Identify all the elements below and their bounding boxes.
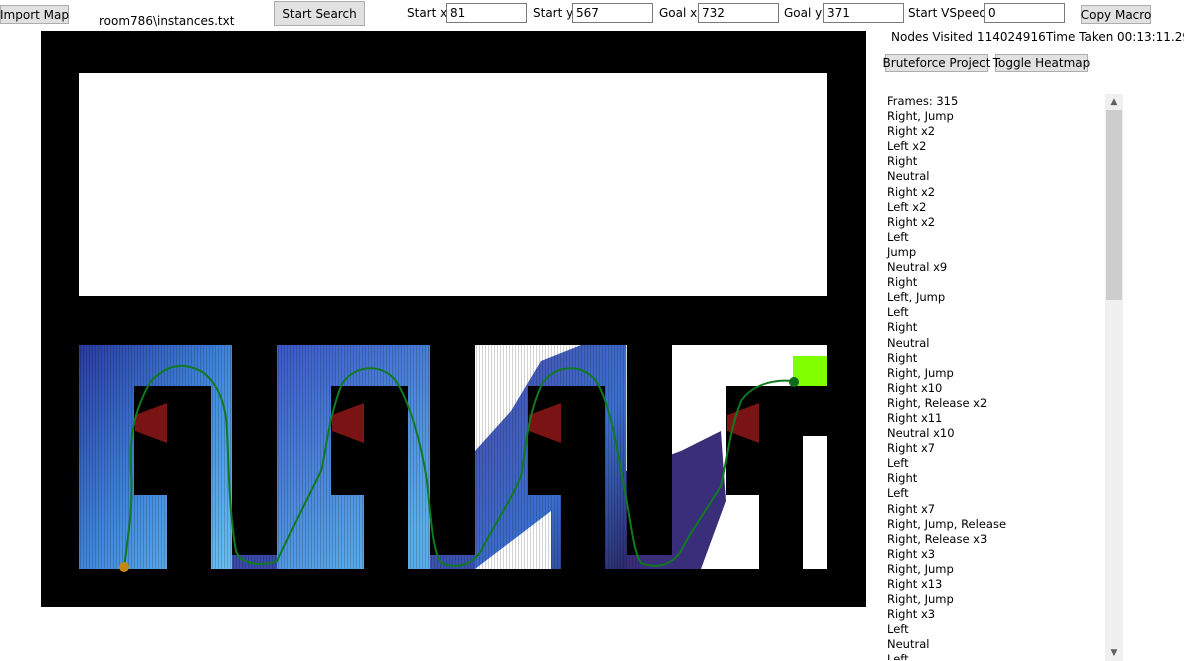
macro-line: Right — [887, 471, 918, 486]
macro-output-list[interactable]: Frames: 315 Right, Jump Right x2 Left x2 Rig… — [884, 94, 1106, 660]
macro-line: Right, Jump — [887, 592, 954, 607]
start-y-label: Start y — [533, 6, 574, 20]
macro-lines: Frames: 315 Right, Jump Right x2 Left x2 Rig… — [884, 94, 1106, 660]
macro-line: Right — [887, 275, 918, 290]
macro-line: Right x3 — [887, 546, 936, 561]
macro-line: Neutral — [887, 335, 930, 350]
macro-line: Right x13 — [887, 577, 943, 591]
macro-line: Left — [887, 486, 909, 501]
macro-line: Neutral x9 — [887, 260, 948, 275]
macro-line: Right x7 — [887, 441, 936, 456]
time-taken-label: Time Taken — [1046, 30, 1114, 44]
wall-block — [759, 386, 827, 436]
wall-pillar — [167, 386, 211, 569]
macro-line: Right — [887, 350, 918, 365]
macro-line: Right, Jump, Release — [887, 516, 1007, 531]
macro-line: Right x11 — [887, 410, 943, 425]
macro-line: Right, Release x3 — [887, 531, 988, 546]
macro-scrollbar[interactable]: ▲ ▼ — [1105, 94, 1123, 661]
upper-room — [79, 73, 827, 296]
macro-line: Right x2 — [887, 124, 936, 139]
wall-pillar — [364, 386, 408, 569]
wall-pillar — [561, 386, 605, 569]
goal-y-label: Goal y — [784, 6, 823, 20]
macro-line: Right x7 — [887, 501, 936, 516]
macro-line: Right, Jump — [887, 109, 954, 124]
macro-line: Frames: 315 — [887, 94, 959, 108]
map-canvas[interactable] — [41, 31, 866, 607]
macro-line: Left — [887, 229, 909, 244]
start-y-field[interactable] — [572, 3, 653, 23]
macro-line: Neutral x10 — [887, 426, 955, 441]
wall-pillar — [232, 345, 277, 555]
scroll-thumb[interactable] — [1106, 110, 1122, 300]
macro-line: Left — [887, 305, 909, 320]
macro-line: Right, Release x2 — [887, 395, 988, 410]
goal-y-field[interactable] — [823, 3, 904, 23]
macro-line: Left — [887, 622, 909, 637]
import-map-button[interactable]: Import Map — [0, 5, 69, 24]
time-taken-value: 00:13:11.29 — [1117, 30, 1184, 44]
map-view — [79, 73, 827, 572]
chevron-up-icon[interactable]: ▲ — [1105, 94, 1123, 110]
end-marker — [789, 377, 799, 387]
macro-line: Left x2 — [887, 199, 927, 214]
open-area — [803, 436, 827, 569]
macro-line: Right x2 — [887, 184, 936, 199]
goal-x-field[interactable] — [698, 3, 779, 23]
start-search-button[interactable]: Start Search — [274, 1, 365, 26]
macro-line: Right x10 — [887, 380, 943, 395]
macro-line: Right x2 — [887, 214, 936, 229]
file-name-label: room786\instances.txt — [99, 14, 235, 28]
macro-line: Right — [887, 320, 918, 335]
wall-pillar — [430, 345, 475, 555]
macro-line: Right — [887, 154, 918, 169]
start-vspeed-label: Start VSpeed — [908, 6, 987, 20]
goal-x-label: Goal x — [659, 6, 698, 20]
macro-line: Right, Jump — [887, 365, 954, 380]
nodes-visited-label: Nodes Visited — [891, 30, 973, 44]
chevron-down-icon[interactable]: ▼ — [1105, 645, 1123, 661]
macro-line: Neutral — [887, 637, 930, 652]
macro-line: Left, Jump — [887, 290, 946, 305]
start-x-label: Start x — [407, 6, 448, 20]
bruteforce-project-button[interactable]: Bruteforce Project — [883, 54, 990, 72]
wall-pillar — [627, 345, 672, 555]
macro-line: Left x2 — [887, 139, 927, 154]
macro-line: Right, Jump — [887, 561, 954, 576]
macro-line: Left — [887, 456, 909, 471]
toggle-heatmap-button[interactable]: Toggle Heatmap — [993, 54, 1090, 72]
macro-line: Left — [887, 652, 909, 660]
nodes-visited-value: 114024916 — [977, 30, 1046, 44]
start-vspeed-field[interactable] — [984, 3, 1065, 23]
start-x-field[interactable] — [446, 3, 527, 23]
macro-line: Right x3 — [887, 607, 936, 622]
copy-macro-button[interactable]: Copy Macro — [1081, 5, 1151, 24]
macro-line: Jump — [887, 244, 917, 259]
macro-line: Neutral — [887, 169, 930, 184]
start-marker — [119, 562, 129, 572]
